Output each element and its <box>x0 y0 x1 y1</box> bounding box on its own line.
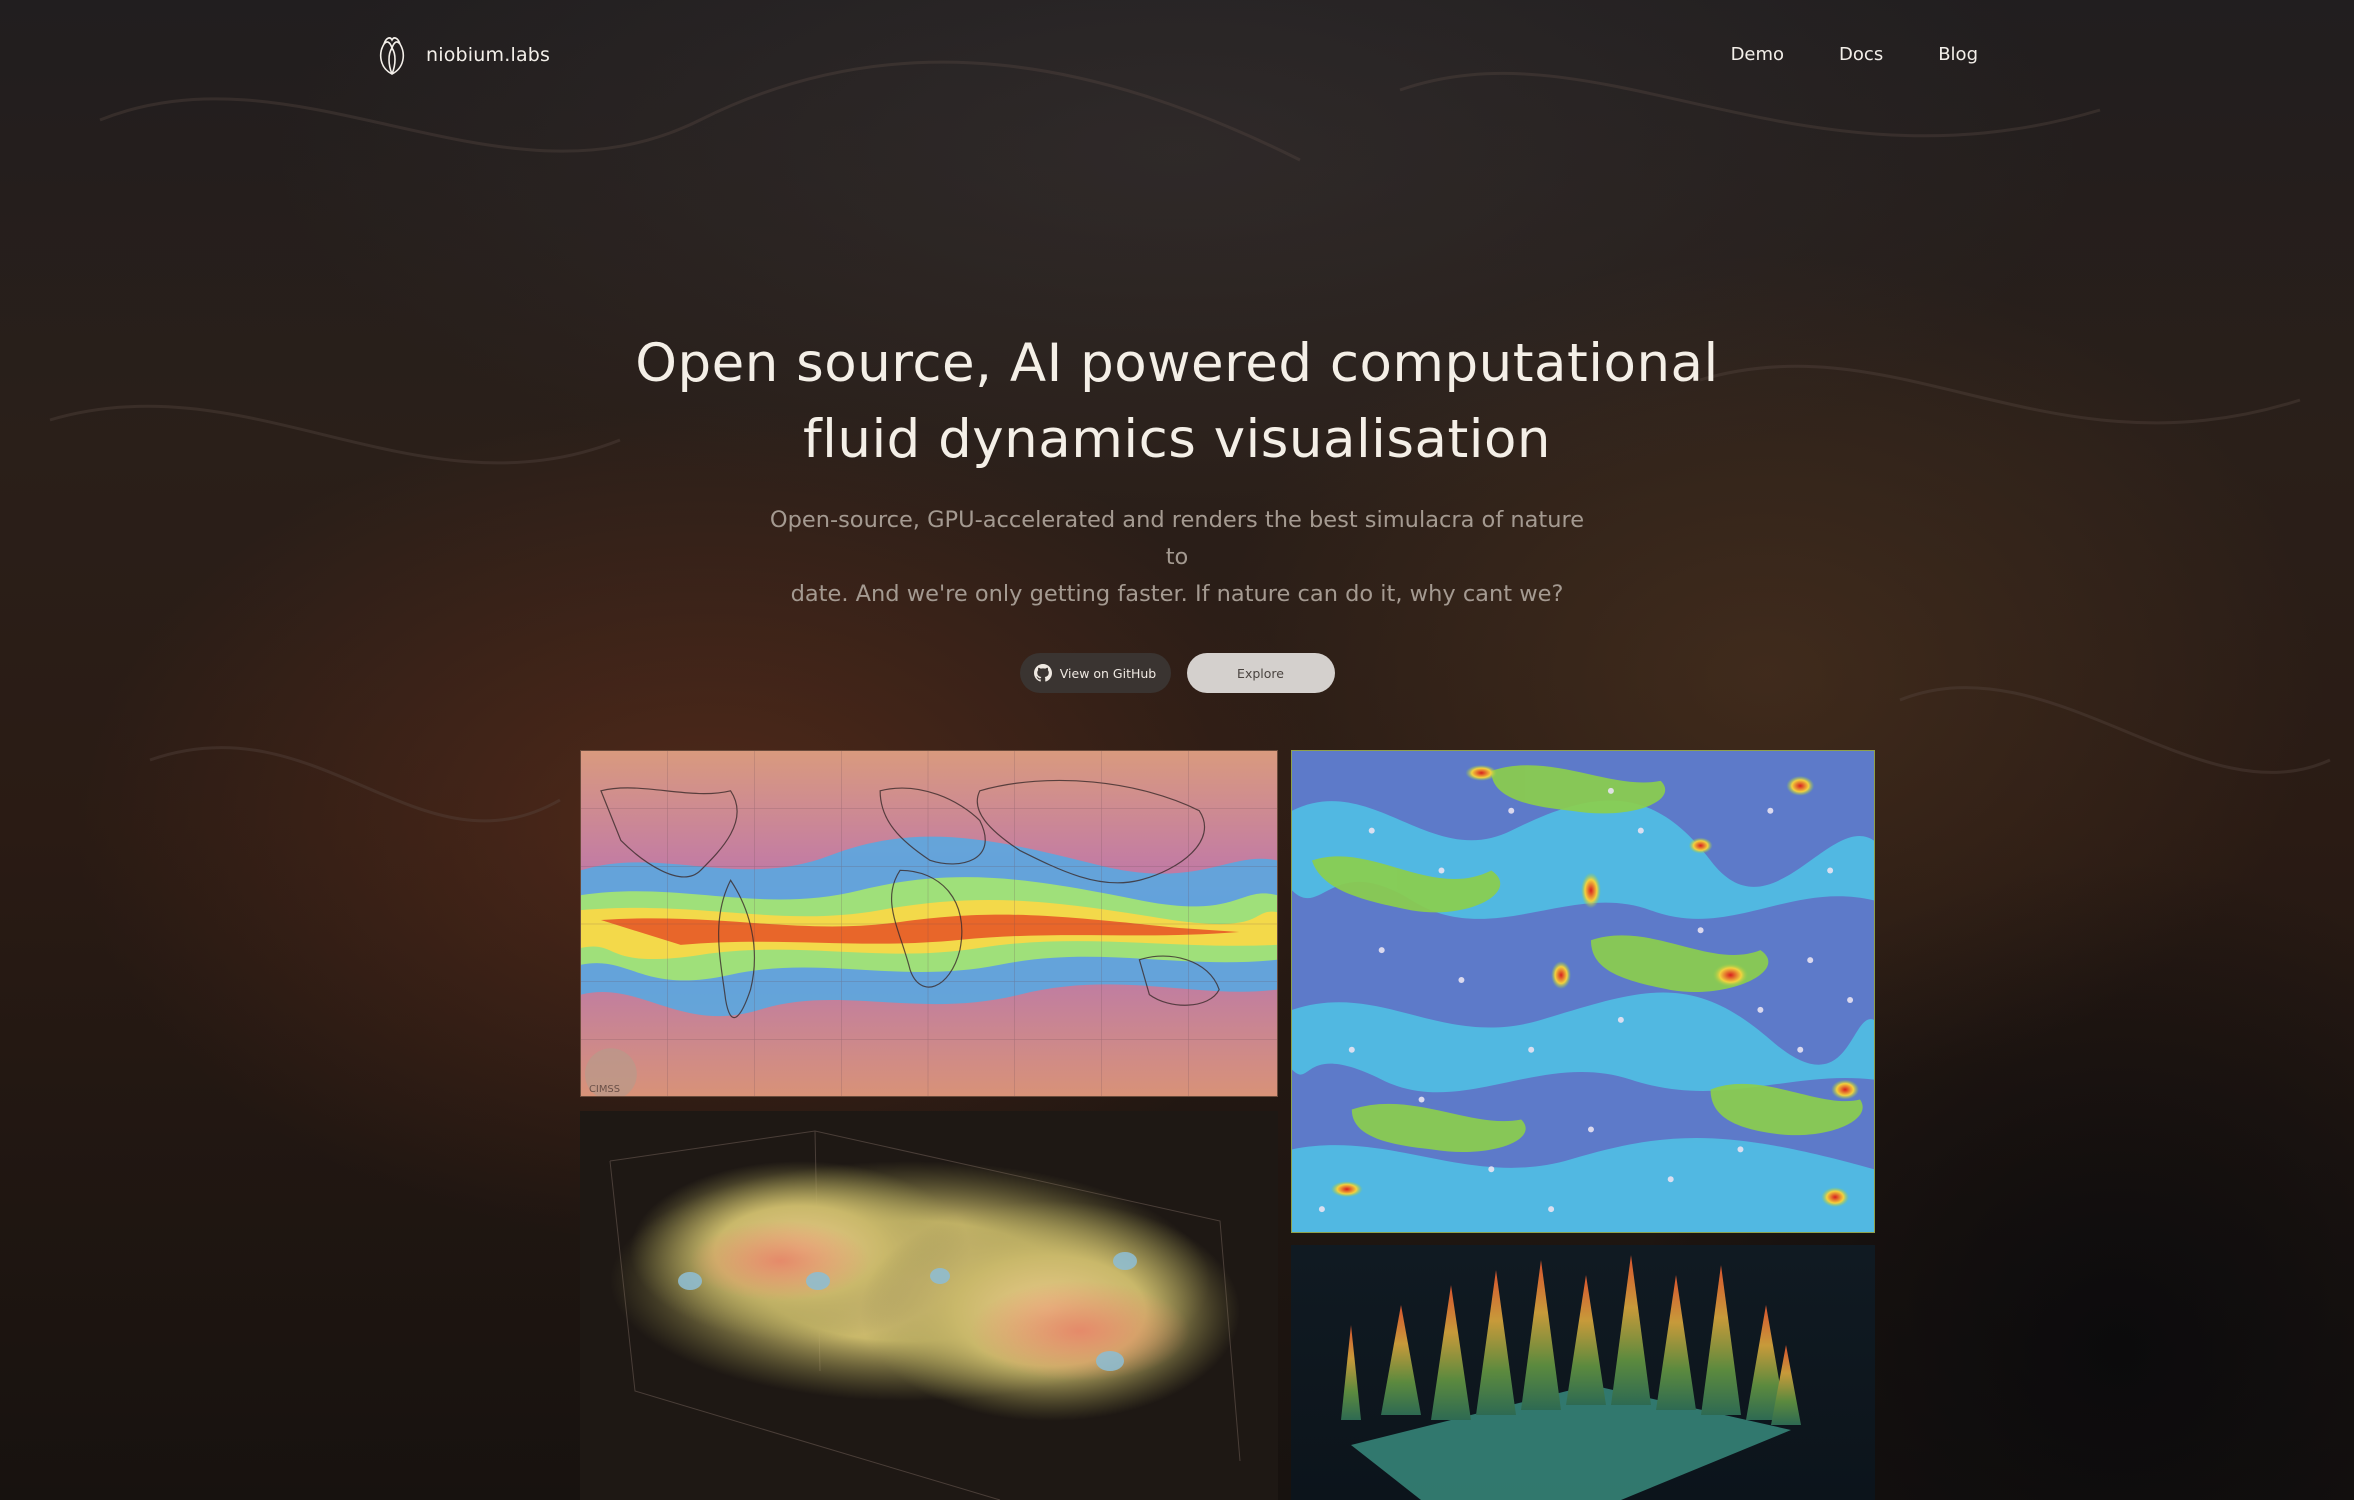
nav-demo-link[interactable]: Demo <box>1731 44 1784 65</box>
hero-section: Open source, AI powered computational fl… <box>0 326 2354 693</box>
fluid-drop-logo-icon <box>379 37 405 75</box>
hero-subtitle-line1: Open-source, GPU-accelerated and renders… <box>769 507 1585 570</box>
brand-name: niobium.labs <box>426 44 551 66</box>
nav-docs-link[interactable]: Docs <box>1839 44 1883 65</box>
map-caption: CIMSS <box>589 1084 620 1095</box>
turbulence-simulation-image[interactable] <box>1291 750 1875 1233</box>
hero-subtitle: Open-source, GPU-accelerated and renders… <box>757 502 1597 613</box>
cta-group: View on GitHub Explore <box>0 653 2354 693</box>
view-on-github-button[interactable]: View on GitHub <box>1019 653 1171 693</box>
hero-subtitle-line2: date. And we're only getting faster. If … <box>790 581 1564 607</box>
explore-button[interactable]: Explore <box>1186 653 1335 693</box>
brand-link[interactable]: niobium.labs <box>374 34 550 76</box>
github-icon <box>1033 664 1052 682</box>
volumetric-cloud-render-image[interactable] <box>580 1111 1278 1500</box>
hero-title: Open source, AI powered computational fl… <box>0 326 2354 478</box>
forest-point-cloud-image[interactable] <box>1291 1245 1875 1500</box>
site-header: niobium.labs Demo Docs Blog <box>0 0 2354 114</box>
github-button-label: View on GitHub <box>1059 665 1157 681</box>
explore-button-label: Explore <box>1237 665 1284 681</box>
nav-blog-link[interactable]: Blog <box>1938 44 1978 65</box>
main-nav: Demo Docs Blog <box>1731 44 1978 65</box>
global-atmosphere-map-image[interactable]: CIMSS <box>580 750 1278 1097</box>
hero-title-line2: fluid dynamics visualisation <box>802 409 1552 470</box>
hero-title-line1: Open source, AI powered computational <box>635 333 1719 394</box>
